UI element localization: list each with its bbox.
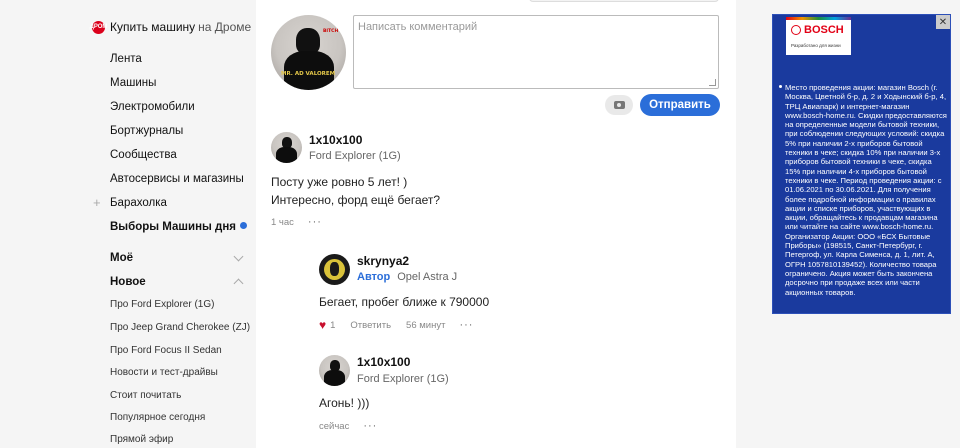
- comment-meta: сейчас ···: [319, 420, 377, 432]
- comment-username[interactable]: 1x10x100: [357, 355, 410, 369]
- avatar-caption: MR. AD VALOREM: [281, 71, 336, 77]
- bosch-ad-banner[interactable]: ✕ BOSCH Разработано для жизни Место пров…: [772, 14, 951, 314]
- resize-handle-icon[interactable]: [709, 79, 716, 86]
- drom-buy-car-link[interactable]: ДРОМ Купить машину на Дроме: [90, 20, 252, 34]
- comment-car-line: Автор Opel Astra J: [357, 271, 457, 283]
- like-count: 1: [330, 319, 336, 331]
- avatar-tag: BITCH: [323, 29, 339, 34]
- sidebar-item-logbooks[interactable]: Бортжурналы: [110, 125, 183, 137]
- sidebar-sub-item[interactable]: Новости и тест-драйвы: [110, 367, 218, 378]
- sidebar-item-market[interactable]: Барахолка: [110, 197, 167, 209]
- ad-body-text: Место проведения акции: магазин Bosch (г…: [785, 83, 947, 297]
- attach-photo-button[interactable]: [605, 95, 633, 115]
- sidebar-item-communities[interactable]: Сообщества: [110, 149, 177, 161]
- sidebar-sub-item[interactable]: Про Ford Explorer (1G): [110, 299, 214, 310]
- author-badge: Автор: [357, 271, 391, 283]
- comment-text: Бегает, пробег ближе к 790000: [319, 295, 490, 309]
- comment-time[interactable]: 56 минут: [406, 320, 445, 331]
- reply-link[interactable]: Ответить: [350, 320, 391, 331]
- heart-icon[interactable]: ♥: [319, 318, 326, 332]
- sidebar-item-cars[interactable]: Машины: [110, 77, 156, 89]
- bullet-icon: [779, 85, 782, 88]
- comment-car[interactable]: Ford Explorer (1G): [357, 373, 449, 385]
- comment-username[interactable]: 1x10x100: [309, 133, 362, 147]
- sidebar-item-feed[interactable]: Лента: [110, 53, 142, 65]
- chevron-down-icon[interactable]: [233, 251, 244, 262]
- section-new[interactable]: Новое: [110, 276, 146, 288]
- avatar[interactable]: [271, 132, 302, 163]
- my-avatar[interactable]: MR. AD VALOREM BITCH: [271, 15, 346, 90]
- more-icon[interactable]: ···: [459, 319, 473, 331]
- sidebar-sub-item[interactable]: Прямой эфир: [110, 434, 173, 445]
- comment-meta: ♥ 1 Ответить 56 минут ···: [319, 318, 473, 332]
- avatar[interactable]: [319, 355, 350, 386]
- plus-icon[interactable]: +: [93, 195, 101, 210]
- comment-meta: 1 час ···: [271, 216, 322, 228]
- comment-text-line: Посту уже ровно 5 лет! ): [271, 175, 408, 189]
- new-dot-icon: [239, 222, 247, 229]
- top-control[interactable]: [529, 0, 719, 2]
- camera-icon: [613, 101, 625, 109]
- comments-panel: MR. AD VALOREM BITCH Написать комментари…: [256, 0, 736, 448]
- more-icon[interactable]: ···: [308, 216, 322, 228]
- send-button[interactable]: Отправить: [640, 94, 720, 116]
- comment-car[interactable]: Ford Explorer (1G): [309, 150, 401, 162]
- sidebar-item-car-of-day[interactable]: Выборы Машины дня: [110, 221, 247, 233]
- sidebar-sub-item[interactable]: Про Jeep Grand Cherokee (ZJ): [110, 322, 250, 333]
- comment-text-line: Интересно, форд ещё бегает?: [271, 193, 441, 207]
- sidebar: ДРОМ Купить машину на Дроме Лента Машины…: [0, 0, 256, 448]
- drom-logo-icon: ДРОМ: [90, 20, 107, 34]
- comment-time[interactable]: 1 час: [271, 217, 294, 228]
- avatar[interactable]: [319, 254, 350, 285]
- sidebar-item-ev[interactable]: Электромобили: [110, 101, 195, 113]
- section-mine[interactable]: Моё: [110, 252, 133, 264]
- sidebar-sub-item[interactable]: Про Ford Focus II Sedan: [110, 345, 222, 356]
- ad-brand: BOSCH: [804, 24, 844, 36]
- drom-link-bold: Купить машину: [110, 20, 196, 34]
- car-of-day-label: Выборы Машины дня: [110, 221, 236, 233]
- chevron-up-icon[interactable]: [233, 278, 244, 289]
- sidebar-sub-item[interactable]: Популярное сегодня: [110, 412, 205, 423]
- comment-placeholder: Написать комментарий: [358, 21, 478, 33]
- comment-car[interactable]: Opel Astra J: [397, 271, 457, 283]
- comment-text: Агонь! ))): [319, 396, 370, 410]
- ad-tagline: Разработано для жизни: [791, 43, 841, 48]
- bosch-mark-icon: [791, 25, 801, 35]
- sidebar-item-services[interactable]: Автосервисы и магазины: [110, 173, 244, 185]
- bosch-logo: BOSCH Разработано для жизни: [786, 17, 851, 55]
- drom-link-rest: на Дроме: [198, 20, 252, 34]
- comment-username[interactable]: skrynya2: [357, 254, 409, 268]
- more-icon[interactable]: ···: [363, 420, 377, 432]
- comment-input[interactable]: Написать комментарий: [353, 15, 719, 89]
- ad-close-icon[interactable]: ✕: [936, 15, 950, 29]
- comment-time[interactable]: сейчас: [319, 421, 349, 432]
- sidebar-sub-item[interactable]: Стоит почитать: [110, 390, 181, 401]
